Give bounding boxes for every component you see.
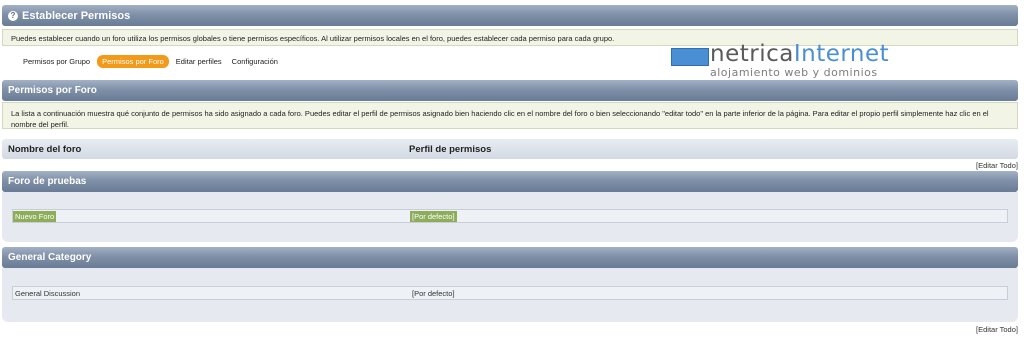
table-row: General Discussion [Por defecto] <box>12 286 1008 300</box>
tab-permisos-grupo[interactable]: Permisos por Grupo <box>20 55 93 68</box>
table-column-headers: Nombre del foro Perfil de permisos <box>2 139 1018 159</box>
section-description-box: La lista a continuación muestra qué conj… <box>2 102 1018 129</box>
intro-text: Puedes establecer cuando un foro utiliza… <box>11 34 615 43</box>
logo-tagline: alojamiento web y dominios <box>710 66 878 79</box>
page-title-bar: ? Establecer Permisos <box>2 5 1018 26</box>
profile-name-link[interactable]: [Por defecto] <box>410 211 457 222</box>
table-row: Nuevo Foro [Por defecto] <box>12 209 1008 223</box>
help-icon[interactable]: ? <box>8 10 18 21</box>
category-title: Foro de pruebas <box>8 176 87 187</box>
logo-wordmark: netricaInternet <box>710 41 889 67</box>
tab-editar-perfiles[interactable]: Editar perfiles <box>173 55 225 68</box>
section-title: Permisos por Foro <box>8 85 97 96</box>
edit-all-link-bottom[interactable]: [Editar Todo] <box>976 325 1018 334</box>
category-panel: General Discussion [Por defecto] <box>2 268 1018 322</box>
section-description: La lista a continuación muestra qué conj… <box>11 109 989 129</box>
category-title: General Category <box>8 252 92 263</box>
logo-word-b: Internet <box>793 41 890 67</box>
profile-name-link[interactable]: [Por defecto] <box>410 288 457 299</box>
permissions-nav: Permisos por Grupo Permisos por Foro Edi… <box>20 55 281 68</box>
tab-permisos-foro[interactable]: Permisos por Foro <box>97 55 169 68</box>
forum-name-link[interactable]: Nuevo Foro <box>13 211 57 222</box>
category-title-bar: General Category <box>2 247 1018 268</box>
netrica-logo: netricaInternet alojamiento web y domini… <box>670 41 900 79</box>
column-header-profile: Perfil de permisos <box>409 144 492 155</box>
forum-name-link[interactable]: General Discussion <box>13 288 82 299</box>
section-title-bar: Permisos por Foro <box>2 80 1018 101</box>
column-header-forum: Nombre del foro <box>8 144 82 155</box>
logo-word-a: netrica <box>710 41 794 67</box>
category-panel: Nuevo Foro [Por defecto] <box>2 192 1018 242</box>
category-title-bar: Foro de pruebas <box>2 171 1018 192</box>
tab-configuracion[interactable]: Configuración <box>229 55 281 68</box>
page-title: Establecer Permisos <box>22 9 131 22</box>
edit-all-link-top[interactable]: [Editar Todo] <box>976 161 1018 170</box>
logo-square-icon <box>671 48 709 66</box>
